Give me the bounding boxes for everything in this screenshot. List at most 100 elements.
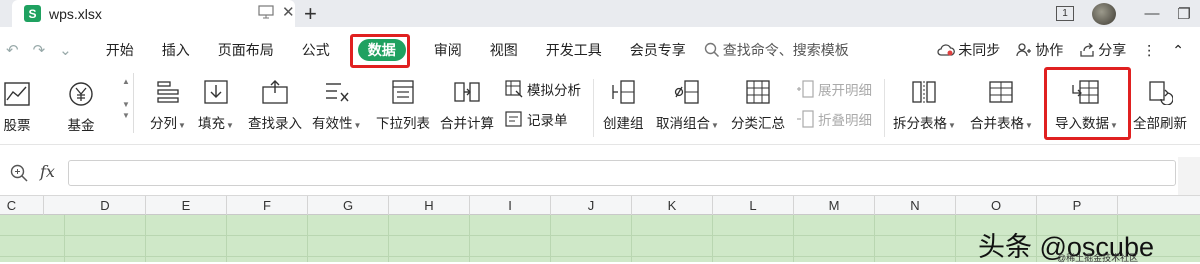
formula-input[interactable] <box>68 160 1176 186</box>
subtotal-label: 分类汇总 <box>731 116 785 131</box>
consolidate-label: 合并计算 <box>440 116 494 131</box>
grid-line <box>793 215 794 262</box>
undo-icon[interactable]: ↶ <box>6 41 19 59</box>
column-header-g[interactable]: G <box>308 196 389 215</box>
what-if-button[interactable]: 模拟分析 <box>505 79 581 99</box>
record-form-button[interactable]: 记录单 <box>505 109 568 129</box>
share-icon <box>1080 43 1094 57</box>
ribbon-scroll-control[interactable]: ▲ ▼ ▼ <box>118 73 134 133</box>
what-if-label: 模拟分析 <box>527 83 581 98</box>
merge-table-button[interactable]: 合并表格▼ <box>970 77 1033 132</box>
tab-formulas[interactable]: 公式 <box>288 40 344 60</box>
insert-function-icon[interactable]: fx <box>40 162 55 181</box>
stock-chart-icon <box>4 82 30 106</box>
redo-icon[interactable]: ↷ <box>33 41 46 59</box>
scroll-up-icon[interactable]: ▲ <box>118 77 134 86</box>
caret-icon: ▼ <box>353 121 362 130</box>
grid-line <box>64 215 65 262</box>
consolidate-button[interactable]: 合并计算 <box>440 77 494 132</box>
scroll-down-icon[interactable]: ▼ <box>118 100 134 109</box>
highlight-frame <box>349 34 410 68</box>
menu-bar: ↶ ↷ ⌄ 开始 插入 页面布局 公式 数据 审阅 视图 开发工具 会员专享 查… <box>0 27 1200 73</box>
zoom-search-icon[interactable] <box>10 164 28 182</box>
collapse-detail-label: 折叠明细 <box>818 113 872 128</box>
collaborate-button[interactable]: 协作 <box>1016 40 1063 60</box>
grid-line <box>307 215 308 262</box>
fill-down-icon <box>204 80 228 104</box>
column-header-m[interactable]: M <box>794 196 875 215</box>
more-menu-icon[interactable]: ⋮ <box>1142 42 1156 59</box>
column-header-k[interactable]: K <box>632 196 713 215</box>
record-form-icon <box>505 111 522 127</box>
caret-icon: ▼ <box>948 121 956 130</box>
tab-insert[interactable]: 插入 <box>148 40 204 60</box>
column-header-f[interactable]: F <box>227 196 308 215</box>
share-button[interactable]: 分享 <box>1079 40 1126 60</box>
monitor-icon[interactable] <box>258 5 274 19</box>
new-tab-button[interactable]: + <box>304 0 317 27</box>
stock-label: 股票 <box>3 118 31 133</box>
refresh-all-button[interactable]: 全部刷新 <box>1133 77 1187 132</box>
scroll-expand-icon[interactable]: ▼ <box>118 111 134 120</box>
column-header-d[interactable]: D <box>65 196 146 215</box>
share-label: 分享 <box>1098 42 1127 58</box>
column-header-j[interactable]: J <box>551 196 632 215</box>
avatar[interactable] <box>1092 2 1116 25</box>
column-header-c[interactable]: C <box>0 196 44 215</box>
tab-developer[interactable]: 开发工具 <box>532 40 616 60</box>
grid-line <box>226 215 227 262</box>
lookup-entry-label: 查找录入 <box>248 116 302 131</box>
cloud-icon <box>937 44 956 56</box>
formula-bar: fx <box>0 157 1200 189</box>
column-header-n[interactable]: N <box>875 196 956 215</box>
dropdown-list-button[interactable]: 下拉列表 <box>376 77 430 132</box>
fund-button[interactable]: 基金 <box>66 79 96 134</box>
column-header-p[interactable]: P <box>1037 196 1118 215</box>
tab-data[interactable]: 数据 <box>344 34 420 68</box>
collaborate-icon <box>1016 43 1032 57</box>
split-table-button[interactable]: 拆分表格▼ <box>893 77 956 132</box>
dropdown-list-label: 下拉列表 <box>376 116 430 131</box>
close-tab-icon[interactable]: ✕ <box>282 3 295 21</box>
tab-review[interactable]: 审阅 <box>420 40 476 60</box>
import-data-highlight-frame <box>1044 67 1131 140</box>
tab-member[interactable]: 会员专享 <box>616 40 700 60</box>
command-search[interactable]: 查找命令、搜索模板 <box>704 40 849 60</box>
tab-page-layout[interactable]: 页面布局 <box>204 40 288 60</box>
document-tab[interactable]: S wps.xlsx ✕ <box>12 0 295 27</box>
lookup-entry-button[interactable]: 查找录入 <box>248 77 302 132</box>
fund-label: 基金 <box>67 118 95 133</box>
refresh-all-icon <box>1149 81 1173 105</box>
subtotal-icon <box>746 80 770 104</box>
stock-button[interactable]: 股票 <box>2 79 32 134</box>
split-column-button[interactable]: 分列▼ <box>150 77 186 132</box>
create-group-button[interactable]: 创建组 <box>603 77 644 132</box>
tab-view[interactable]: 视图 <box>476 40 532 60</box>
window-count-badge[interactable]: 1 <box>1056 6 1074 21</box>
expand-detail-button[interactable]: 展开明细 <box>796 79 872 99</box>
quick-access-more-icon[interactable]: ⌄ <box>59 41 72 59</box>
minimize-button[interactable]: — <box>1136 5 1168 22</box>
spreadsheet-logo-icon: S <box>24 5 41 22</box>
validity-button[interactable]: 有效性▼ <box>312 77 361 132</box>
tab-home[interactable]: 开始 <box>92 40 148 60</box>
collapse-ribbon-icon[interactable]: ⌃ <box>1172 42 1184 59</box>
collapse-detail-button[interactable]: 折叠明细 <box>796 109 872 129</box>
ungroup-button[interactable]: 取消组合▼ <box>656 77 719 132</box>
subtotal-button[interactable]: 分类汇总 <box>731 77 785 132</box>
fill-button[interactable]: 填充▼ <box>198 77 234 132</box>
column-header-h[interactable]: H <box>389 196 470 215</box>
grid-line <box>388 215 389 262</box>
grid-line <box>550 215 551 262</box>
refresh-all-label: 全部刷新 <box>1133 116 1187 131</box>
sync-button[interactable]: 未同步 <box>937 40 1000 60</box>
column-header-i[interactable]: I <box>470 196 551 215</box>
restore-button[interactable]: ❐ <box>1168 5 1200 23</box>
divider <box>884 79 885 137</box>
collapse-detail-icon <box>797 110 814 128</box>
lookup-entry-icon <box>262 80 288 104</box>
fund-yen-icon <box>69 82 93 106</box>
column-header-e[interactable]: E <box>146 196 227 215</box>
column-header-o[interactable]: O <box>956 196 1037 215</box>
column-header-l[interactable]: L <box>713 196 794 215</box>
